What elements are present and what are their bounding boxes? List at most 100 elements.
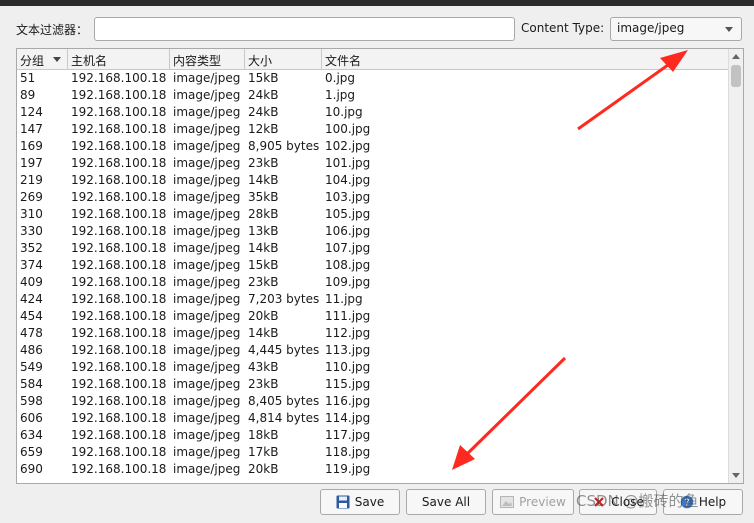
table-row[interactable]: 549 192.168.100.18 image/jpeg 43kB 110.jpg [17,359,729,376]
table-row[interactable]: 409 192.168.100.18 image/jpeg 23kB 109.jpg [17,274,729,291]
table-row[interactable]: 424 192.168.100.18 image/jpeg 7,203 bytes 11… [17,291,729,308]
table-cell: 35kB [248,190,279,204]
table-cell: 8,905 bytes [248,139,320,153]
table-cell: image/jpeg [173,122,241,136]
objects-table: 分组 主机名 内容类型 大小 文件名 51 192.168.100.18 image… [16,48,744,484]
table-row[interactable]: 486 192.168.100.18 image/jpeg 4,445 bytes 11… [17,342,729,359]
table-cell: 192.168.100.18 [71,343,167,357]
table-cell: image/jpeg [173,360,241,374]
table-cell: image/jpeg [173,292,241,306]
save-button[interactable]: Save [320,489,400,515]
column-header-filename[interactable]: 文件名 [322,49,729,70]
table-cell: 23kB [248,377,279,391]
table-cell: 14kB [248,326,279,340]
table-row[interactable]: 598 192.168.100.18 image/jpeg 8,405 bytes 11… [17,393,729,410]
table-cell: 111.jpg [325,309,371,323]
table-header: 分组 主机名 内容类型 大小 文件名 [17,49,729,70]
table-row[interactable]: 454 192.168.100.18 image/jpeg 20kB 111.jpg [17,308,729,325]
table-cell: 598 [20,394,43,408]
table-cell: image/jpeg [173,71,241,85]
table-cell: 192.168.100.18 [71,224,167,238]
table-row[interactable]: 124 192.168.100.18 image/jpeg 24kB 10.jpg [17,104,729,121]
close-icon [594,497,604,507]
table-cell: 110.jpg [325,360,371,374]
help-button[interactable]: ? Help [663,489,743,515]
scroll-up-icon[interactable] [732,54,740,59]
table-cell: 106.jpg [325,224,371,238]
table-cell: 43kB [248,360,279,374]
table-cell: 8,405 bytes [248,394,320,408]
table-cell: 101.jpg [325,156,371,170]
sort-descending-icon [53,57,61,62]
table-row[interactable]: 584 192.168.100.18 image/jpeg 23kB 115.jpg [17,376,729,393]
table-row[interactable]: 634 192.168.100.18 image/jpeg 18kB 117.jpg [17,427,729,444]
table-cell: image/jpeg [173,462,241,476]
table-cell: 486 [20,343,43,357]
close-button[interactable]: Close [579,489,657,515]
table-row[interactable]: 352 192.168.100.18 image/jpeg 14kB 107.jpg [17,240,729,257]
table-cell: 192.168.100.18 [71,156,167,170]
table-row[interactable]: 690 192.168.100.18 image/jpeg 20kB 119.jpg [17,461,729,478]
table-cell: image/jpeg [173,190,241,204]
table-cell: 606 [20,411,43,425]
table-cell: 192.168.100.18 [71,105,167,119]
table-row[interactable]: 219 192.168.100.18 image/jpeg 14kB 104.jpg [17,172,729,189]
table-cell: 192.168.100.18 [71,394,167,408]
content-type-select[interactable]: image/jpeg [610,17,742,41]
table-row[interactable]: 89 192.168.100.18 image/jpeg 24kB 1.jpg [17,87,729,104]
table-cell: 690 [20,462,43,476]
column-header-content-type[interactable]: 内容类型 [170,49,245,70]
table-cell: 10.jpg [325,105,363,119]
table-cell: 219 [20,173,43,187]
table-cell: 12kB [248,122,279,136]
table-cell: 15kB [248,258,279,272]
table-cell: 89 [20,88,36,102]
table-cell: 192.168.100.18 [71,88,167,102]
column-header-hostname[interactable]: 主机名 [68,49,170,70]
scrollbar-thumb[interactable] [731,65,741,87]
preview-button[interactable]: Preview [492,489,574,515]
table-row[interactable]: 147 192.168.100.18 image/jpeg 12kB 100.jpg [17,121,729,138]
table-row[interactable]: 374 192.168.100.18 image/jpeg 15kB 108.jpg [17,257,729,274]
table-cell: 192.168.100.18 [71,292,167,306]
table-row[interactable]: 169 192.168.100.18 image/jpeg 8,905 bytes 10… [17,138,729,155]
table-row[interactable]: 197 192.168.100.18 image/jpeg 23kB 101.jpg [17,155,729,172]
table-row[interactable]: 606 192.168.100.18 image/jpeg 4,814 bytes 11… [17,410,729,427]
table-cell: 0.jpg [325,71,356,85]
table-row[interactable]: 659 192.168.100.18 image/jpeg 17kB 118.jpg [17,444,729,461]
table-cell: image/jpeg [173,411,241,425]
table-cell: 108.jpg [325,258,371,272]
table-row[interactable]: 269 192.168.100.18 image/jpeg 35kB 103.jpg [17,189,729,206]
table-row[interactable]: 51 192.168.100.18 image/jpeg 15kB 0.jpg [17,70,729,87]
table-cell: 659 [20,445,43,459]
table-cell: image/jpeg [173,275,241,289]
table-cell: 23kB [248,275,279,289]
table-cell: image/jpeg [173,309,241,323]
table-cell: 14kB [248,173,279,187]
table-cell: 192.168.100.18 [71,122,167,136]
table-cell: image/jpeg [173,343,241,357]
content-type-label: Content Type: [521,21,605,35]
vertical-scrollbar[interactable] [728,49,743,483]
scroll-down-icon[interactable] [732,473,740,478]
save-all-button[interactable]: Save All [406,489,486,515]
table-cell: 169 [20,139,43,153]
column-header-group[interactable]: 分组 [17,49,68,70]
table-row[interactable]: 478 192.168.100.18 image/jpeg 14kB 112.jpg [17,325,729,342]
table-cell: 51 [20,71,36,85]
table-cell: 114.jpg [325,411,371,425]
table-body: 51 192.168.100.18 image/jpeg 15kB 0.jpg 89 192… [17,70,729,483]
table-cell: 113.jpg [325,343,371,357]
column-header-size[interactable]: 大小 [245,49,322,70]
filter-input[interactable] [94,17,515,41]
table-cell: 192.168.100.18 [71,190,167,204]
table-cell: 17kB [248,445,279,459]
table-row[interactable]: 330 192.168.100.18 image/jpeg 13kB 106.jpg [17,223,729,240]
table-cell: 197 [20,156,43,170]
table-cell: 192.168.100.18 [71,241,167,255]
table-row[interactable]: 310 192.168.100.18 image/jpeg 28kB 105.jpg [17,206,729,223]
table-cell: 192.168.100.18 [71,462,167,476]
filter-label: 文本过滤器： [16,23,89,37]
table-cell: 192.168.100.18 [71,258,167,272]
table-cell: 549 [20,360,43,374]
